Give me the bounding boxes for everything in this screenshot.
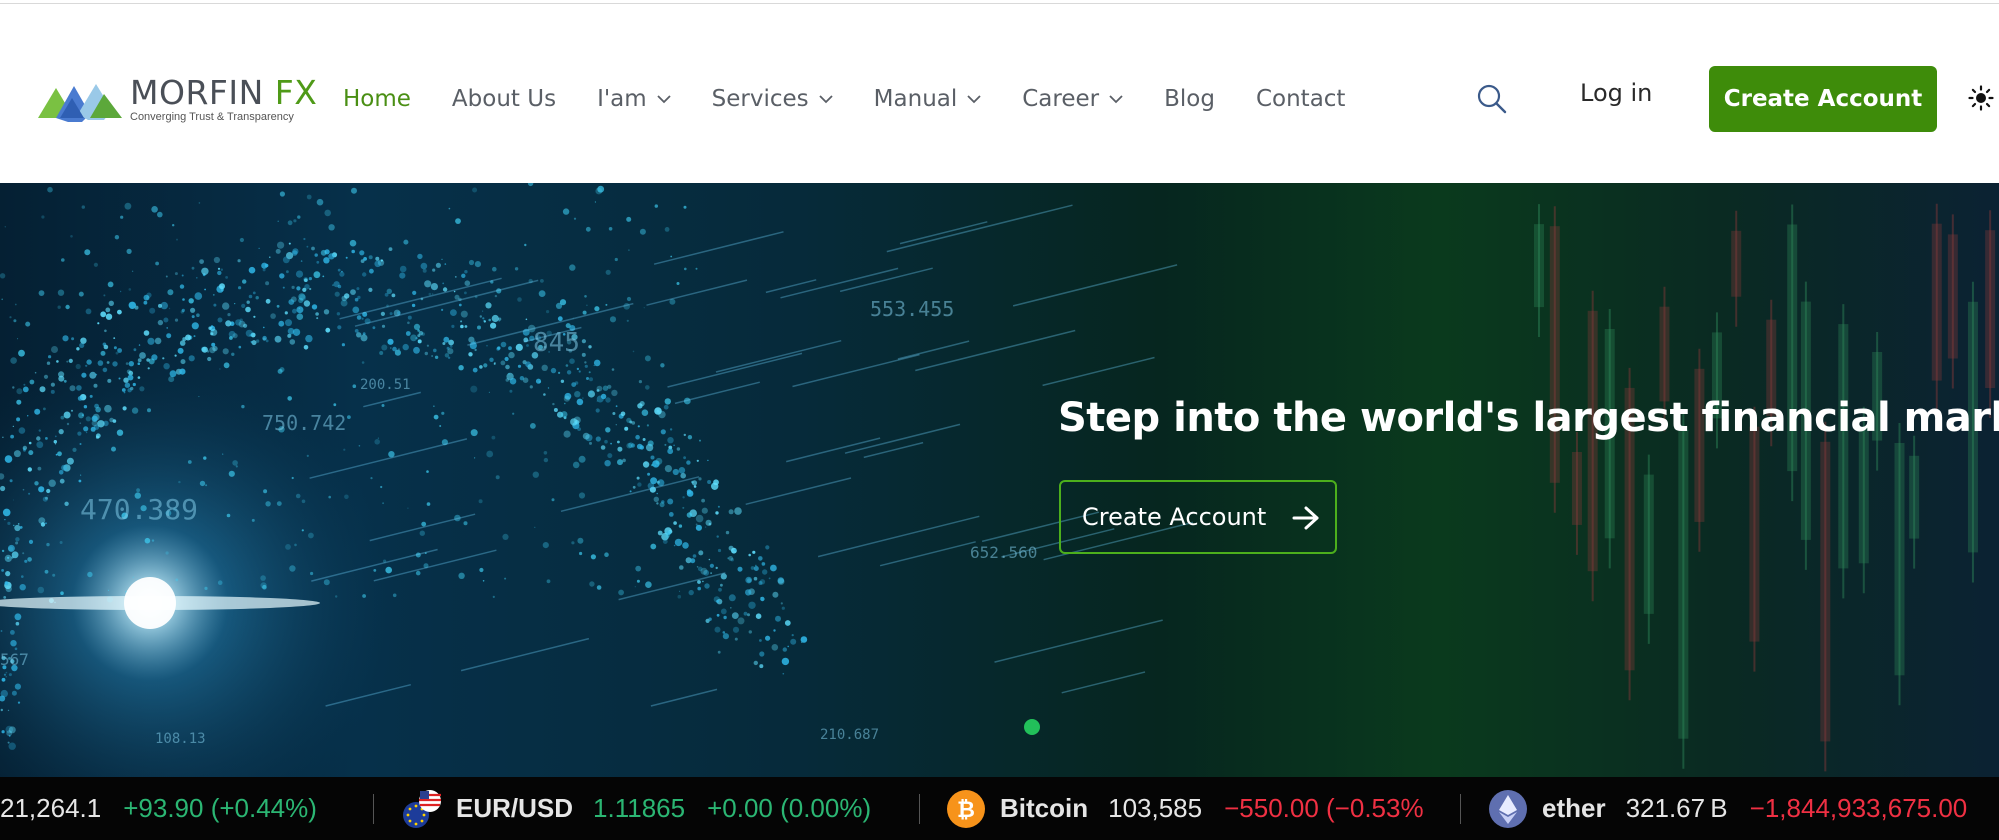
bg-number: 470.389	[80, 493, 198, 526]
ticker-item[interactable]: EUR/USD 1.11865 +0.00 (0.00%)	[402, 777, 871, 840]
ticker-divider	[919, 794, 920, 824]
bg-number: 210.687	[820, 727, 879, 743]
nav-label: Manual	[873, 86, 958, 112]
brand-name-accent: FX	[274, 72, 318, 112]
chevron-down-icon	[967, 95, 981, 104]
hero-title: Step into the world's largest financial …	[1058, 395, 1999, 441]
ticker-price: 21,264.1	[0, 793, 102, 823]
ticker-change: −550.00 (−0.53%	[1224, 793, 1424, 823]
slider-dot-active[interactable]	[1024, 719, 1040, 735]
nav-item-home[interactable]: Home	[343, 86, 411, 112]
nav-label: I'am	[597, 86, 647, 112]
login-link[interactable]: Log in	[1580, 79, 1652, 107]
ticker-price: 103,585	[1108, 793, 1203, 823]
hero-banner: 553.455 845 750.742 470.389 652.560 200.…	[0, 183, 1999, 777]
bg-number: 553.455	[870, 297, 954, 321]
main-nav: Home About Us I'am Services Manual Caree…	[343, 81, 1386, 117]
bitcoin-icon: ₿	[947, 789, 985, 828]
nav-label: Blog	[1164, 86, 1215, 112]
brand-logo[interactable]: MORFIN FX Converging Trust & Transparenc…	[38, 71, 317, 127]
nav-label: Career	[1022, 86, 1100, 112]
bg-number: 845	[533, 328, 580, 358]
ticker-change: +0.00 (0.00%)	[707, 793, 872, 823]
top-border	[0, 0, 1999, 4]
bg-number: 750.742	[262, 411, 346, 435]
chevron-down-icon	[819, 95, 833, 104]
ethereum-icon	[1489, 789, 1527, 828]
chevron-down-icon	[657, 95, 671, 104]
bg-number: 200.51	[360, 377, 411, 393]
ticker-price: 1.11865	[593, 793, 686, 823]
nav-item-career[interactable]: Career	[1022, 86, 1123, 112]
hero-background-graphic: 553.455 845 750.742 470.389 652.560 200.…	[0, 183, 1999, 777]
nav-label: Contact	[1255, 86, 1346, 112]
nav-item-iam[interactable]: I'am	[597, 86, 671, 112]
ticker-change: −1,844,933,675.00	[1749, 793, 1968, 823]
bg-number: 108.13	[155, 731, 206, 747]
nav-label: Services	[711, 86, 809, 112]
ticker-symbol: EUR/USD	[456, 793, 574, 823]
search-icon[interactable]	[1476, 83, 1508, 115]
create-account-button[interactable]: Create Account	[1709, 66, 1937, 132]
nav-label: About Us	[451, 86, 557, 112]
site-header: MORFIN FX Converging Trust & Transparenc…	[0, 5, 1999, 183]
nav-item-services[interactable]: Services	[712, 86, 833, 112]
price-ticker: 21,264.1 +93.90 (+0.44%) EUR/USD 1.11865…	[0, 777, 1999, 840]
ticker-item[interactable]: ether 321.67 B −1,844,933,675.00	[1488, 777, 1967, 840]
ticker-divider	[373, 794, 374, 824]
ticker-item[interactable]: 21,264.1 +93.90 (+0.44%)	[0, 777, 317, 840]
ticker-item[interactable]: ₿ Bitcoin 103,585 −550.00 (−0.53%	[946, 777, 1424, 840]
hero-cta-label: Create Account	[1082, 503, 1267, 531]
ticker-price: 321.67 B	[1625, 793, 1728, 823]
hero-create-account-button[interactable]: Create Account	[1059, 480, 1337, 554]
chevron-down-icon	[1109, 95, 1123, 104]
nav-item-about-us[interactable]: About Us	[452, 86, 556, 112]
nav-item-contact[interactable]: Contact	[1256, 86, 1345, 112]
eur-usd-flag-icon	[403, 789, 441, 828]
ticker-change: +93.90 (+0.44%)	[123, 793, 317, 823]
ticker-divider	[1460, 794, 1461, 824]
arrow-right-icon	[1292, 506, 1319, 530]
sun-icon[interactable]	[1968, 85, 1994, 111]
brand-tagline: Converging Trust & Transparency	[130, 110, 294, 123]
svg-text:₿: ₿	[957, 798, 975, 823]
logo-mark-icon	[38, 84, 122, 122]
brand-name: MORFIN FX	[130, 76, 317, 109]
nav-item-manual[interactable]: Manual	[874, 86, 982, 112]
brand-name-main: MORFIN	[130, 72, 264, 112]
ticker-symbol: ether	[1542, 793, 1606, 823]
nav-item-blog[interactable]: Blog	[1164, 86, 1215, 112]
bg-number: 652.560	[970, 543, 1037, 562]
ticker-symbol: Bitcoin	[1000, 793, 1089, 823]
nav-label: Home	[343, 86, 411, 112]
bg-number: 567	[0, 650, 29, 669]
